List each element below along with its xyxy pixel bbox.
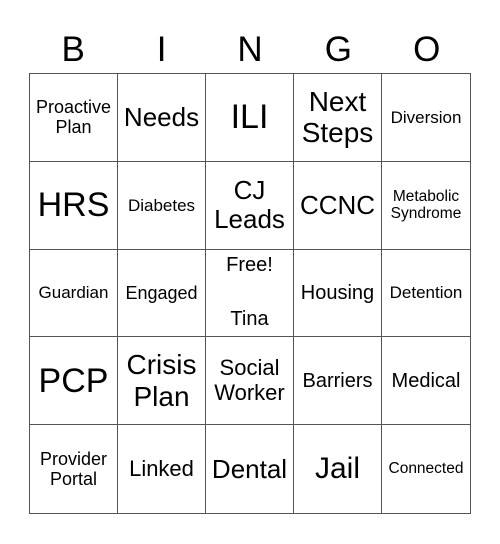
header-letter-b: B: [61, 29, 85, 69]
bingo-cell[interactable]: CJ Leads: [206, 161, 294, 250]
bingo-cell[interactable]: Next Steps: [294, 74, 382, 162]
bingo-cell[interactable]: ILI: [206, 74, 294, 162]
bingo-cell[interactable]: Diabetes: [118, 161, 206, 250]
bingo-cell[interactable]: Engaged: [118, 249, 206, 338]
bingo-cell[interactable]: Crisis Plan: [118, 337, 206, 426]
bingo-cell[interactable]: Diversion: [382, 74, 470, 162]
bingo-cell[interactable]: Jail: [294, 425, 382, 513]
free-space-name: Tina: [230, 308, 269, 331]
bingo-cell[interactable]: Barriers: [294, 337, 382, 426]
bingo-cell[interactable]: HRS: [30, 161, 118, 250]
bingo-cell[interactable]: Social Worker: [206, 337, 294, 426]
header-letter-i: I: [156, 29, 167, 69]
bingo-cell[interactable]: Detention: [382, 250, 470, 338]
bingo-cell[interactable]: Metabolic Syndrome: [382, 162, 470, 250]
header-letter-o: O: [413, 29, 441, 69]
bingo-cell[interactable]: Needs: [118, 74, 206, 162]
bingo-cell[interactable]: Housing: [294, 249, 382, 338]
free-space-label: Free!: [226, 254, 273, 277]
free-space-cell[interactable]: Free! Tina: [206, 249, 294, 338]
bingo-cell[interactable]: Guardian: [30, 249, 118, 338]
header-letter-g: G: [324, 29, 352, 69]
bingo-cell[interactable]: Connected: [382, 425, 470, 513]
bingo-cell[interactable]: Medical: [382, 337, 470, 426]
bingo-cell[interactable]: PCP: [30, 337, 118, 426]
bingo-cell[interactable]: CCNC: [294, 161, 382, 250]
bingo-header: B I N G O: [29, 26, 471, 72]
header-letter-n: N: [237, 29, 263, 69]
bingo-cell[interactable]: Provider Portal: [30, 425, 118, 513]
bingo-board: Proactive Plan Needs ILI Next Steps Dive…: [29, 73, 471, 514]
bingo-cell[interactable]: Dental: [206, 425, 294, 513]
bingo-cell[interactable]: Linked: [118, 425, 206, 513]
bingo-cell[interactable]: Proactive Plan: [30, 74, 118, 162]
